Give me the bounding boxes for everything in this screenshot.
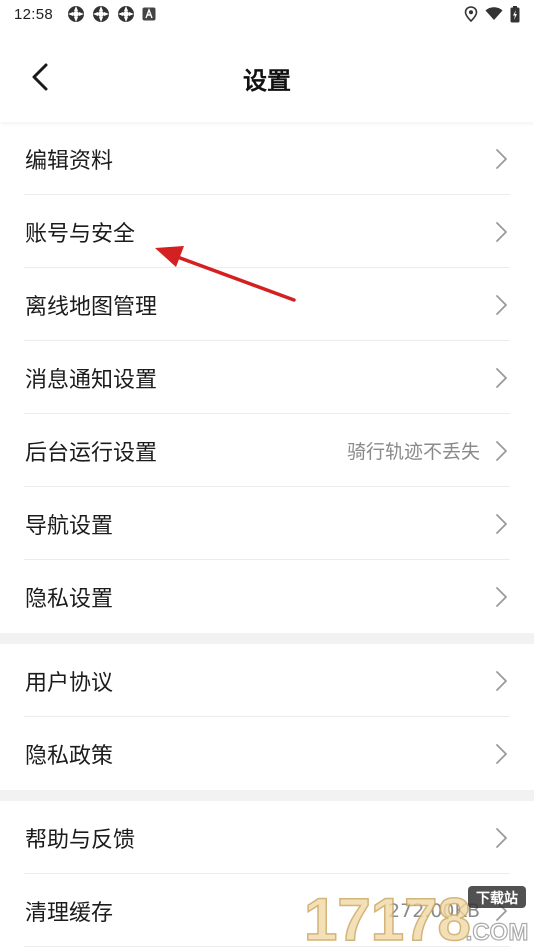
wifi-icon — [485, 7, 503, 20]
a-icon — [142, 7, 156, 21]
divider — [24, 946, 510, 947]
status-bar: 12:58 — [0, 0, 534, 28]
setting-label: 消息通知设置 — [25, 367, 158, 393]
location-icon — [464, 6, 478, 22]
setting-row-privacy-policy[interactable]: 隐私政策 — [0, 717, 534, 790]
setting-row-user-agreement[interactable]: 用户协议 — [0, 644, 534, 717]
setting-label: 账号与安全 — [25, 221, 136, 247]
setting-value: 骑行轨迹不丢失 — [346, 441, 480, 463]
setting-label: 帮助与反馈 — [25, 827, 136, 853]
setting-label: 编辑资料 — [25, 148, 114, 174]
status-right — [464, 5, 520, 23]
svg-text:下载站: 下载站 — [476, 890, 518, 907]
chevron-right-icon — [496, 514, 507, 534]
app-icon — [93, 6, 110, 22]
setting-label: 离线地图管理 — [25, 294, 158, 320]
nav-header: 设置 — [0, 28, 534, 122]
status-left: 12:58 — [14, 5, 156, 23]
settings-list: 编辑资料 账号与安全 离线地图管理 消息通知设置 后台运行设置 骑行轨迹不丢失 … — [0, 122, 534, 947]
battery-charging-icon — [510, 5, 520, 22]
chevron-right-icon — [496, 149, 507, 169]
watermark-logo: 17178 下载站 .COM — [303, 885, 529, 946]
setting-label: 隐私政策 — [25, 743, 114, 769]
app-icon — [118, 6, 135, 22]
chevron-right-icon — [496, 441, 507, 461]
chevron-right-icon — [496, 222, 507, 242]
svg-text:.COM: .COM — [466, 919, 529, 946]
status-time: 12:58 — [14, 5, 54, 23]
setting-row-help-feedback[interactable]: 帮助与反馈 — [0, 801, 534, 874]
chevron-right-icon — [496, 744, 507, 764]
setting-row-edit-profile[interactable]: 编辑资料 — [0, 122, 534, 195]
section-gap — [0, 633, 534, 644]
chevron-right-icon — [496, 295, 507, 315]
setting-row-offline-map[interactable]: 离线地图管理 — [0, 268, 534, 341]
setting-row-notifications[interactable]: 消息通知设置 — [0, 341, 534, 414]
setting-label: 导航设置 — [25, 513, 114, 539]
setting-row-navigation[interactable]: 导航设置 — [0, 487, 534, 560]
section-gap — [0, 790, 534, 801]
notification-icons — [67, 5, 156, 23]
setting-row-privacy-settings[interactable]: 隐私设置 — [0, 560, 534, 633]
setting-row-account-security[interactable]: 账号与安全 — [0, 195, 534, 268]
setting-label: 用户协议 — [25, 670, 114, 696]
app-icon — [68, 6, 85, 22]
page-title: 设置 — [243, 67, 291, 95]
setting-label: 后台运行设置 — [25, 440, 158, 466]
chevron-right-icon — [496, 587, 507, 607]
svg-text:17178: 17178 — [304, 886, 471, 946]
chevron-right-icon — [496, 671, 507, 691]
setting-label: 隐私设置 — [25, 586, 114, 612]
chevron-right-icon — [496, 368, 507, 388]
chevron-right-icon — [496, 828, 507, 848]
setting-row-background-run[interactable]: 后台运行设置 骑行轨迹不丢失 — [0, 414, 534, 487]
setting-label: 清理缓存 — [25, 900, 114, 926]
